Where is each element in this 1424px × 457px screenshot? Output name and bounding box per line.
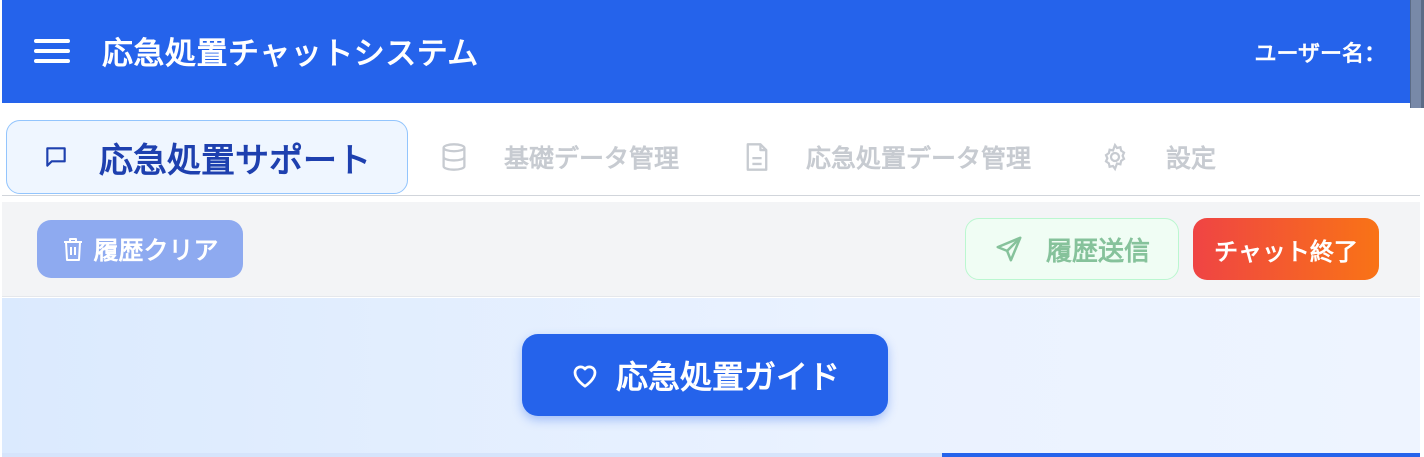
tab-bar: 応急処置サポート 基礎データ管理 応急処置データ管理 設定 (2, 116, 1420, 196)
heart-icon (570, 361, 600, 389)
user-name-label: ユーザー名： (1254, 42, 1386, 67)
clear-history-button[interactable]: 履歴クリア (37, 220, 243, 278)
end-chat-button[interactable]: チャット終了 (1193, 218, 1379, 280)
tab-emergency-support[interactable]: 応急処置サポート (6, 120, 408, 194)
gear-icon (1100, 142, 1130, 172)
tab-label: 設定 (1166, 144, 1217, 173)
hamburger-menu-icon[interactable] (32, 36, 72, 66)
app-title: 応急処置チャットシステム (102, 36, 479, 72)
end-chat-label: チャット終了 (1214, 237, 1358, 266)
chat-bubble-icon (43, 144, 69, 170)
first-aid-guide-label: 応急処置ガイド (615, 358, 840, 396)
chat-toolbar: 履歴クリア 履歴送信 チャット終了 (2, 202, 1420, 297)
divider (942, 453, 1420, 457)
tab-label: 基礎データ管理 (504, 144, 680, 173)
chat-main-area: 応急処置ガイド (2, 298, 1420, 457)
trash-icon (61, 236, 85, 262)
send-icon (994, 234, 1024, 264)
tab-label: 応急処置データ管理 (806, 144, 1032, 173)
tab-label: 応急処置サポート (99, 140, 371, 181)
clear-history-label: 履歴クリア (93, 236, 219, 265)
tab-emergency-data[interactable]: 応急処置データ管理 (744, 120, 1031, 194)
database-icon (440, 142, 468, 172)
first-aid-guide-button[interactable]: 応急処置ガイド (522, 334, 888, 416)
send-history-label: 履歴送信 (1045, 236, 1150, 267)
send-history-button[interactable]: 履歴送信 (965, 218, 1179, 280)
tab-settings[interactable]: 設定 (1100, 120, 1216, 194)
tab-basic-data[interactable]: 基礎データ管理 (440, 120, 679, 194)
app-header: 応急処置チャットシステム ユーザー名： (2, 0, 1410, 103)
document-icon (744, 142, 770, 172)
scrollbar[interactable] (1410, 0, 1424, 108)
